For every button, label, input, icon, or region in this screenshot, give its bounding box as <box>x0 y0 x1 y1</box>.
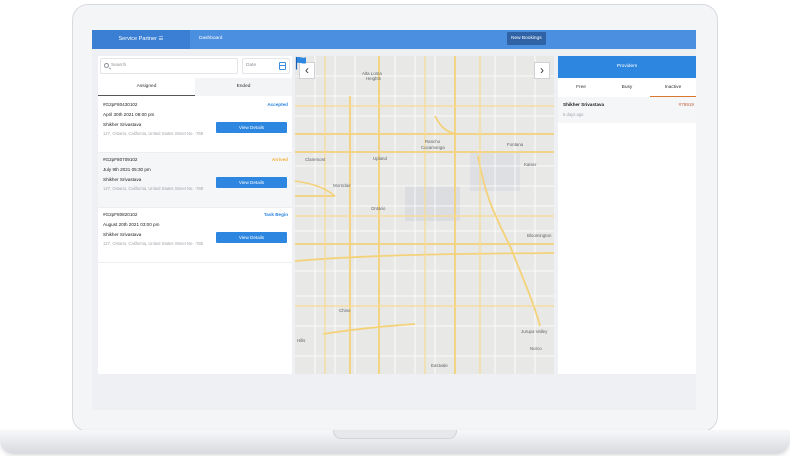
map-place-label: Hills <box>297 338 306 343</box>
nav-dashboard-link[interactable]: Dashboard <box>199 30 222 49</box>
booking-id: #G2pF80430102 <box>103 102 138 107</box>
bottom-strip <box>92 374 696 410</box>
provider-name: Shikher Srivastava <box>563 102 605 107</box>
provider-row[interactable]: Shikher Srivastava #78919 5 days ago <box>558 97 696 123</box>
date-field[interactable]: Date <box>242 58 290 74</box>
map-place-label: Cucamonga <box>421 145 445 150</box>
map-place-label: Jurupa Valley <box>521 329 548 334</box>
map-place-label: Upland <box>373 156 387 161</box>
search-input[interactable]: Search <box>100 58 238 74</box>
providers-panel: Providers Free Busy Inactive Shikher Sri… <box>558 56 696 374</box>
map-place-label: Fontana <box>507 142 524 147</box>
map-place-label: Chino <box>339 308 351 313</box>
date-placeholder: Date <box>246 63 257 68</box>
tab-free[interactable]: Free <box>558 78 604 97</box>
customer-name: Shikher Srivastava <box>103 122 142 127</box>
booking-datetime: July 9th 2021 05:30 pm <box>103 167 151 172</box>
providers-header: Providers <box>558 56 696 78</box>
customer-name: Shikher Srivastava <box>103 232 142 237</box>
provider-last-seen: 5 days ago <box>563 112 584 117</box>
view-details-button[interactable]: View Details <box>216 122 287 133</box>
view-details-button[interactable]: View Details <box>216 232 287 243</box>
status-badge: Accepted <box>267 102 288 107</box>
app-screen: Service Partner ☰ Dashboard New Bookings… <box>92 30 696 410</box>
map-place-label: Bloomington <box>527 233 552 238</box>
map-place-label: Rancho <box>425 139 441 144</box>
map-view[interactable]: Alta Loma Heights Rancho Cucamonga Uplan… <box>295 56 554 389</box>
booking-address: 127, Ontario, California, United States … <box>103 241 204 246</box>
booking-datetime: August 20th 2021 03:00 pm <box>103 222 160 227</box>
tab-assigned[interactable]: Assigned <box>98 78 195 96</box>
tab-inactive[interactable]: Inactive <box>650 78 696 97</box>
laptop-mockup: Service Partner ☰ Dashboard New Bookings… <box>0 0 790 456</box>
map-place-label: Montclair <box>333 183 351 188</box>
map-place-label: Eastvale <box>431 363 448 368</box>
map-roads <box>295 56 554 389</box>
booking-card: #G2pF80820102 Task Begin August 20th 202… <box>98 208 292 263</box>
booking-id: #G2pF80820102 <box>103 212 138 217</box>
new-bookings-button[interactable]: New Bookings <box>507 32 546 45</box>
map-place-label: Claremont <box>305 157 326 162</box>
bookings-panel: Search Date Assigned Ended #G2pF80430102… <box>98 56 292 374</box>
chevron-right-icon[interactable]: › <box>534 62 550 79</box>
tab-ended[interactable]: Ended <box>195 78 292 96</box>
provider-tabs: Free Busy Inactive <box>558 78 696 97</box>
map-place-label: Heights <box>366 76 381 81</box>
search-icon <box>104 63 109 68</box>
booking-card: #G2pF80709102 Arrived July 9th 2021 05:3… <box>98 153 292 208</box>
customer-name: Shikher Srivastava <box>103 177 142 182</box>
booking-tabs: Assigned Ended <box>98 78 292 96</box>
view-details-button[interactable]: View Details <box>216 177 287 188</box>
brand-menu-button[interactable]: Service Partner ☰ <box>92 30 190 49</box>
map-place-label: Kaiser <box>524 162 537 167</box>
booking-id: #G2pF80709102 <box>103 157 138 162</box>
booking-card: #G2pF80430102 Accepted April 30th 2021 0… <box>98 98 292 153</box>
map-place-label: Norco <box>530 346 542 351</box>
calendar-icon[interactable] <box>279 62 286 70</box>
provider-code: #78919 <box>678 102 694 107</box>
status-badge: Arrived <box>271 157 288 162</box>
top-bar: Service Partner ☰ Dashboard New Bookings <box>92 30 696 49</box>
search-placeholder: Search <box>111 63 127 68</box>
laptop-notch <box>333 430 457 439</box>
booking-datetime: April 30th 2021 08:00 pm <box>103 112 155 117</box>
booking-address: 127, Ontario, California, United States … <box>103 131 204 136</box>
map-place-label: Ontario <box>371 206 386 211</box>
status-badge: Task Begin <box>263 212 288 217</box>
tab-busy[interactable]: Busy <box>604 78 650 97</box>
booking-address: 127, Ontario, California, United States … <box>103 186 204 191</box>
flag-icon[interactable] <box>295 56 307 70</box>
